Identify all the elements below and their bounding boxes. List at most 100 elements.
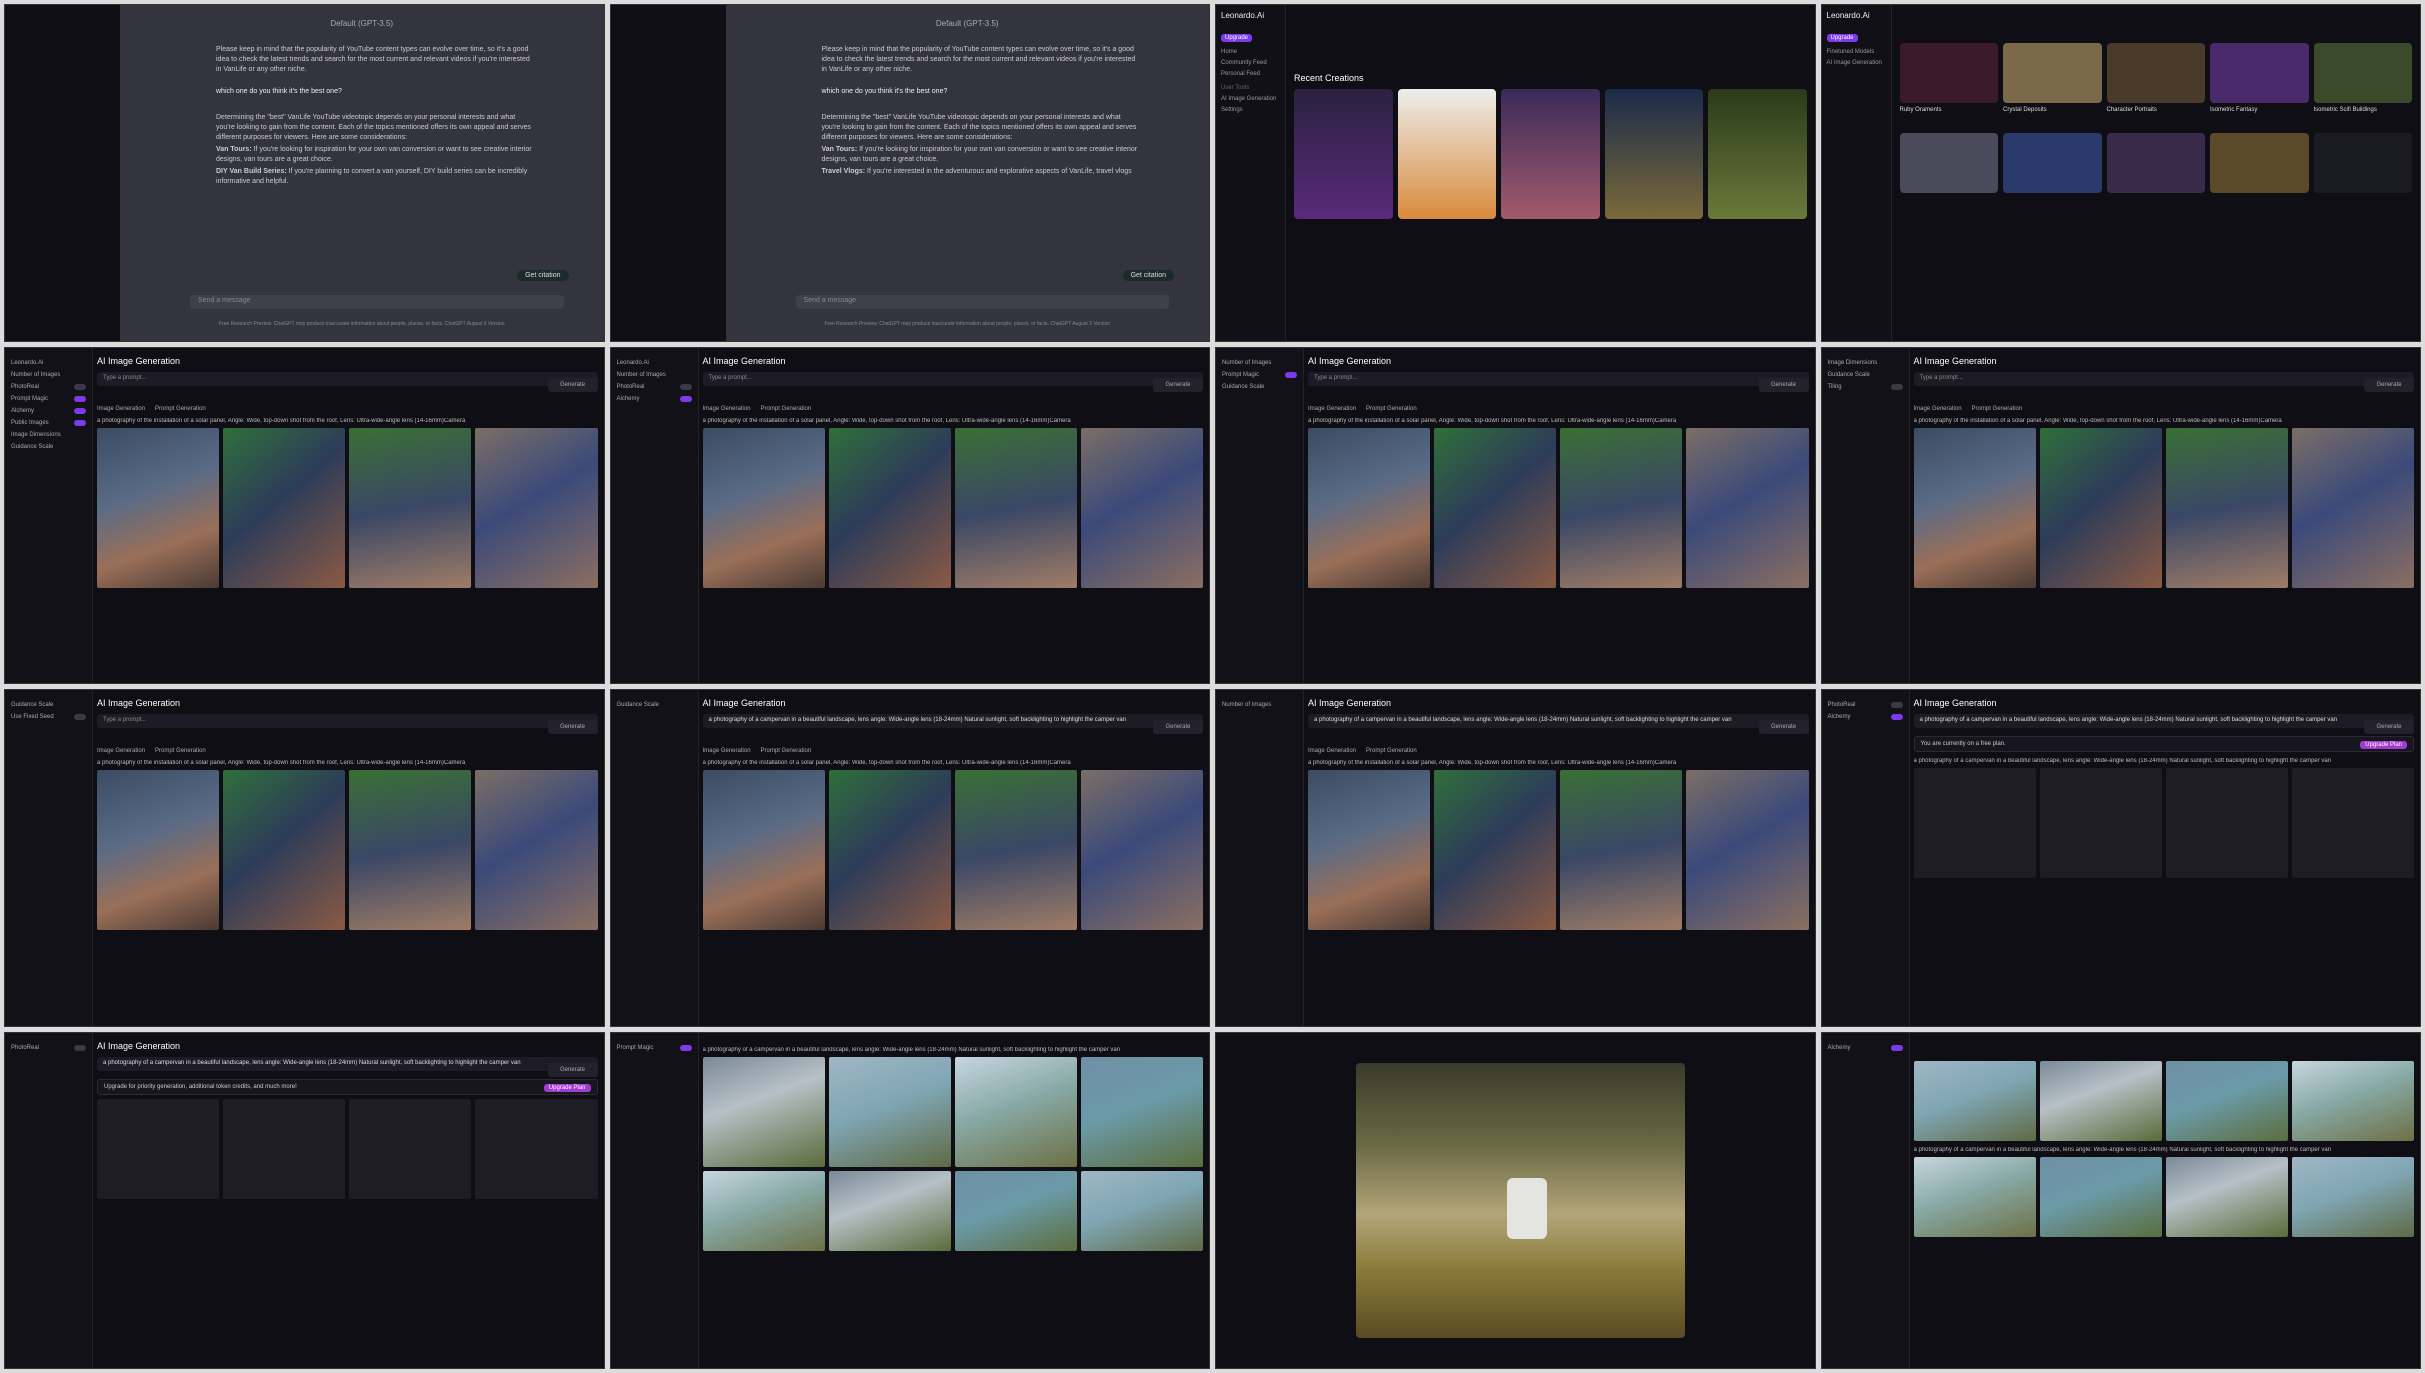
generate-button[interactable]: Generate [547,720,598,734]
prompt-input[interactable]: a photography of a campervan in a beauti… [1308,714,1809,728]
generated-image[interactable] [223,427,346,588]
upgrade-plan-button[interactable]: Upgrade Plan [2360,741,2407,749]
nav-settings[interactable]: Settings [1221,107,1280,113]
generated-image[interactable] [1308,770,1431,930]
alchemy-toggle[interactable] [74,407,86,414]
get-citation-button[interactable]: Get citation [1122,269,1174,281]
tab-image-generation[interactable]: Image Generation [97,748,145,754]
generated-image[interactable] [1080,770,1203,930]
generated-image[interactable] [475,427,598,588]
generated-image[interactable] [954,770,1077,930]
generated-image[interactable] [475,770,598,930]
enlarged-image[interactable] [1356,1062,1685,1338]
generated-image[interactable] [828,770,951,930]
prompt-magic-toggle[interactable] [1285,371,1297,378]
prompt-input[interactable]: Type a prompt... [1913,371,2414,386]
nav-personal-feed[interactable]: Personal Feed [1221,71,1280,77]
tab-prompt-generation[interactable]: Prompt Generation [761,748,812,754]
generate-button[interactable]: Generate [2364,720,2414,734]
generated-image[interactable] [2039,1156,2162,1237]
generated-image[interactable] [702,770,825,930]
model-tile[interactable] [2106,133,2205,193]
generated-image[interactable] [954,1170,1077,1251]
creation-tile[interactable] [1397,89,1496,219]
generate-button[interactable]: Generate [1153,377,1203,392]
prompt-magic-toggle[interactable] [74,395,86,402]
generated-image[interactable] [828,1056,951,1167]
generated-image[interactable] [2165,1156,2288,1237]
tab-prompt-generation[interactable]: Prompt Generation [155,748,206,754]
tab-image-generation[interactable]: Image Generation [97,406,145,412]
generated-image[interactable] [349,770,472,930]
generated-image[interactable] [702,427,825,588]
generate-button[interactable]: Generate [1758,377,1809,392]
model-tile[interactable] [2003,133,2102,193]
prompt-input[interactable]: Type a prompt... [97,371,598,386]
generated-image[interactable] [2291,427,2414,588]
tab-prompt-generation[interactable]: Prompt Generation [1366,748,1417,754]
model-tile-scifi[interactable] [2313,43,2412,103]
generated-image[interactable] [954,1056,1077,1167]
generated-image[interactable] [97,427,220,588]
nav-finetuned-models[interactable]: Finetuned Models [1827,49,1886,55]
generated-image[interactable] [2165,427,2288,588]
generated-image[interactable] [2039,427,2162,588]
generate-button[interactable]: Generate [1758,720,1809,734]
creation-tile[interactable] [1501,89,1600,219]
nav-ai-image-generation[interactable]: AI Image Generation [1827,60,1886,66]
upgrade-button[interactable]: Upgrade [1826,34,1858,42]
tab-image-generation[interactable]: Image Generation [1308,406,1356,412]
generated-image[interactable] [1560,770,1683,930]
prompt-magic-toggle[interactable] [679,1044,692,1051]
photoreal-toggle[interactable] [679,383,692,390]
generated-image[interactable] [97,770,220,930]
tab-prompt-generation[interactable]: Prompt Generation [1972,406,2023,412]
generated-image[interactable] [1913,1060,2036,1141]
generated-image[interactable] [702,1056,825,1167]
generated-image[interactable] [1080,1170,1203,1251]
prompt-input[interactable]: Type a prompt... [702,371,1203,386]
model-tile[interactable] [2313,133,2412,193]
alchemy-toggle[interactable] [1890,1044,1903,1051]
generated-image[interactable] [1080,1056,1203,1167]
fixed-seed-toggle[interactable] [74,714,86,720]
nav-community-feed[interactable]: Community Feed [1221,60,1280,66]
prompt-input[interactable]: a photography of a campervan in a beauti… [702,714,1203,728]
alchemy-toggle[interactable] [1890,714,1903,720]
tab-prompt-generation[interactable]: Prompt Generation [155,406,206,412]
generated-image[interactable] [702,1170,825,1251]
creation-tile[interactable] [1708,89,1807,219]
creation-tile[interactable] [1604,89,1703,219]
tab-image-generation[interactable]: Image Generation [703,406,751,412]
generated-image[interactable] [2165,1060,2288,1141]
generated-image[interactable] [1913,427,2036,588]
public-images-toggle[interactable] [74,419,86,426]
photoreal-toggle[interactable] [74,1044,86,1051]
tab-image-generation[interactable]: Image Generation [1308,748,1356,754]
send-message-input[interactable]: Send a message [795,294,1169,309]
prompt-input[interactable]: Type a prompt... [1308,371,1809,386]
nav-home[interactable]: Home [1221,49,1280,55]
generated-image[interactable] [1686,427,1809,588]
prompt-input[interactable]: a photography of a campervan in a beauti… [1913,714,2414,728]
upgrade-plan-button[interactable]: Upgrade Plan [543,1083,591,1092]
generated-image[interactable] [223,770,346,930]
tiling-toggle[interactable] [1890,383,1903,390]
generated-image[interactable] [828,1170,951,1251]
prompt-input[interactable]: a photography of a campervan in a beauti… [97,1056,598,1071]
generated-image[interactable] [2291,1060,2414,1141]
upgrade-button[interactable]: Upgrade [1221,34,1253,42]
tab-prompt-generation[interactable]: Prompt Generation [761,406,812,412]
generated-image[interactable] [2039,1060,2162,1141]
generate-button[interactable]: Generate [547,377,598,392]
get-citation-button[interactable]: Get citation [517,269,569,281]
creation-tile[interactable] [1294,89,1393,219]
tab-image-generation[interactable]: Image Generation [1914,406,1962,412]
model-tile[interactable] [2210,133,2309,193]
generated-image[interactable] [1080,427,1203,588]
tab-image-generation[interactable]: Image Generation [703,748,751,754]
generate-button[interactable]: Generate [547,1062,598,1077]
photoreal-toggle[interactable] [1890,702,1903,708]
generated-image[interactable] [349,427,472,588]
tab-prompt-generation[interactable]: Prompt Generation [1366,406,1417,412]
